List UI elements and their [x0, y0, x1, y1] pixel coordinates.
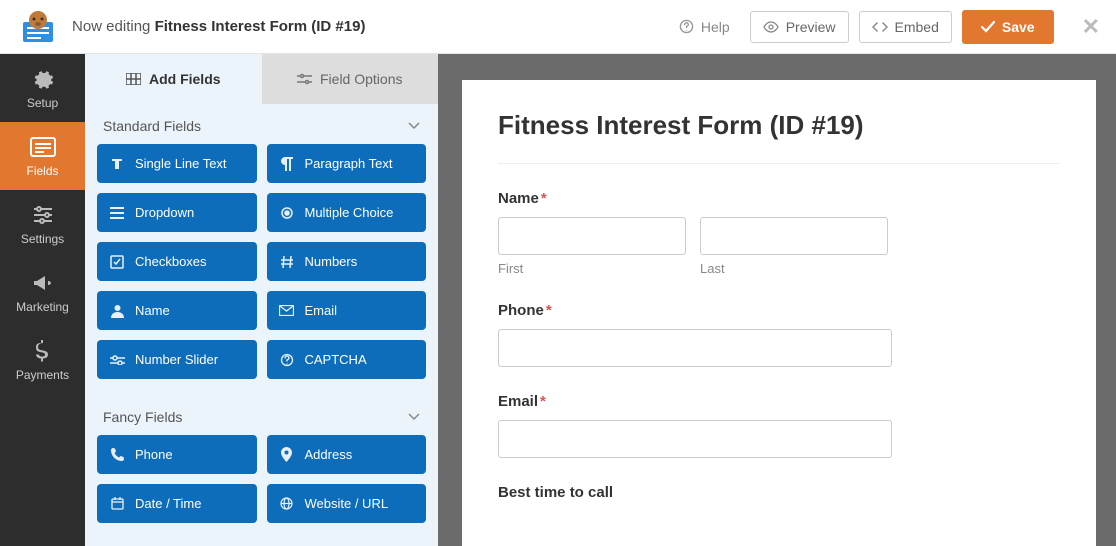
- field-number-slider[interactable]: Number Slider: [97, 340, 257, 379]
- section-fancy-fields[interactable]: Fancy Fields: [85, 395, 438, 435]
- nav-settings[interactable]: Settings: [0, 190, 85, 258]
- chevron-down-icon: [408, 413, 420, 421]
- field-single-line-text[interactable]: Single Line Text: [97, 144, 257, 183]
- calendar-icon: [109, 497, 125, 510]
- last-sublabel: Last: [700, 261, 888, 276]
- wpforms-logo: [16, 9, 60, 45]
- form-icon: [30, 136, 56, 158]
- menu-icon: [109, 207, 125, 219]
- radio-icon: [279, 206, 295, 220]
- options-icon: [297, 73, 312, 85]
- nav-marketing[interactable]: Marketing: [0, 258, 85, 326]
- topbar: Now editing Fitness Interest Form (ID #1…: [0, 0, 1116, 54]
- editing-prefix: Now editing: [72, 18, 150, 35]
- nav-setup[interactable]: Setup: [0, 54, 85, 122]
- email-input[interactable]: [498, 420, 892, 458]
- field-phone[interactable]: Phone*: [498, 302, 1060, 367]
- field-address[interactable]: Address: [267, 435, 427, 474]
- field-multiple-choice[interactable]: Multiple Choice: [267, 193, 427, 232]
- field-website-url[interactable]: Website / URL: [267, 484, 427, 523]
- nav-payments[interactable]: Payments: [0, 326, 85, 394]
- left-nav: Setup Fields Settings Marketing Payments: [0, 54, 85, 546]
- slider-icon: [109, 355, 125, 365]
- field-phone[interactable]: Phone: [97, 435, 257, 474]
- phone-label: Phone*: [498, 302, 1060, 319]
- editing-title: Now editing Fitness Interest Form (ID #1…: [72, 18, 657, 35]
- last-name-input[interactable]: [700, 217, 888, 255]
- best-time-label: Best time to call: [498, 484, 1060, 501]
- email-icon: [279, 305, 295, 316]
- save-button[interactable]: Save: [962, 10, 1054, 44]
- required-asterisk: *: [540, 393, 546, 410]
- captcha-icon: [279, 353, 295, 367]
- user-icon: [109, 304, 125, 318]
- nav-fields[interactable]: Fields: [0, 122, 85, 190]
- required-asterisk: *: [546, 302, 552, 319]
- code-icon: [872, 21, 888, 33]
- form-preview: Fitness Interest Form (ID #19) Name* Fir…: [462, 80, 1096, 546]
- field-email[interactable]: Email: [267, 291, 427, 330]
- embed-button[interactable]: Embed: [859, 11, 952, 43]
- field-sidebar: Add Fields Field Options Standard Fields…: [85, 54, 442, 546]
- required-asterisk: *: [541, 190, 547, 207]
- sliders-icon: [32, 204, 54, 226]
- phone-icon: [109, 448, 125, 461]
- field-captcha[interactable]: CAPTCHA: [267, 340, 427, 379]
- pin-icon: [279, 447, 295, 462]
- first-sublabel: First: [498, 261, 686, 276]
- field-name[interactable]: Name: [97, 291, 257, 330]
- bullhorn-icon: [32, 272, 54, 294]
- section-standard-fields[interactable]: Standard Fields: [85, 104, 438, 144]
- topbar-actions: Help Preview Embed Save ✕: [669, 10, 1100, 44]
- check-icon: [109, 255, 125, 269]
- email-label: Email*: [498, 393, 1060, 410]
- form-title: Fitness Interest Form (ID #19): [498, 110, 1060, 164]
- field-email[interactable]: Email*: [498, 393, 1060, 458]
- tab-add-fields[interactable]: Add Fields: [85, 54, 262, 104]
- dollar-icon: [35, 340, 51, 362]
- hash-icon: [279, 255, 295, 269]
- chevron-down-icon: [408, 122, 420, 130]
- text-icon: [109, 157, 125, 171]
- field-numbers[interactable]: Numbers: [267, 242, 427, 281]
- phone-input[interactable]: [498, 329, 892, 367]
- form-canvas: Fitness Interest Form (ID #19) Name* Fir…: [442, 54, 1116, 546]
- field-paragraph-text[interactable]: Paragraph Text: [267, 144, 427, 183]
- field-name[interactable]: Name* First Last: [498, 190, 1060, 276]
- paragraph-icon: [279, 157, 295, 171]
- editing-form-name: Fitness Interest Form (ID #19): [155, 18, 366, 35]
- field-checkboxes[interactable]: Checkboxes: [97, 242, 257, 281]
- sidebar-tabs: Add Fields Field Options: [85, 54, 438, 104]
- preview-button[interactable]: Preview: [750, 11, 849, 43]
- standard-fields-grid: Single Line Text Paragraph Text Dropdown…: [85, 144, 438, 395]
- name-label: Name*: [498, 190, 1060, 207]
- tab-field-options[interactable]: Field Options: [262, 54, 439, 104]
- grid-icon: [126, 73, 141, 85]
- eye-icon: [763, 21, 779, 33]
- first-name-input[interactable]: [498, 217, 686, 255]
- field-date-time[interactable]: Date / Time: [97, 484, 257, 523]
- close-icon[interactable]: ✕: [1082, 14, 1100, 40]
- field-best-time[interactable]: Best time to call: [498, 484, 1060, 501]
- check-icon: [981, 21, 995, 33]
- field-dropdown[interactable]: Dropdown: [97, 193, 257, 232]
- help-icon: [679, 19, 694, 34]
- gear-icon: [32, 68, 54, 90]
- help-link[interactable]: Help: [669, 12, 740, 42]
- globe-icon: [279, 497, 295, 510]
- fancy-fields-grid: Phone Address Date / Time Website / URL: [85, 435, 438, 539]
